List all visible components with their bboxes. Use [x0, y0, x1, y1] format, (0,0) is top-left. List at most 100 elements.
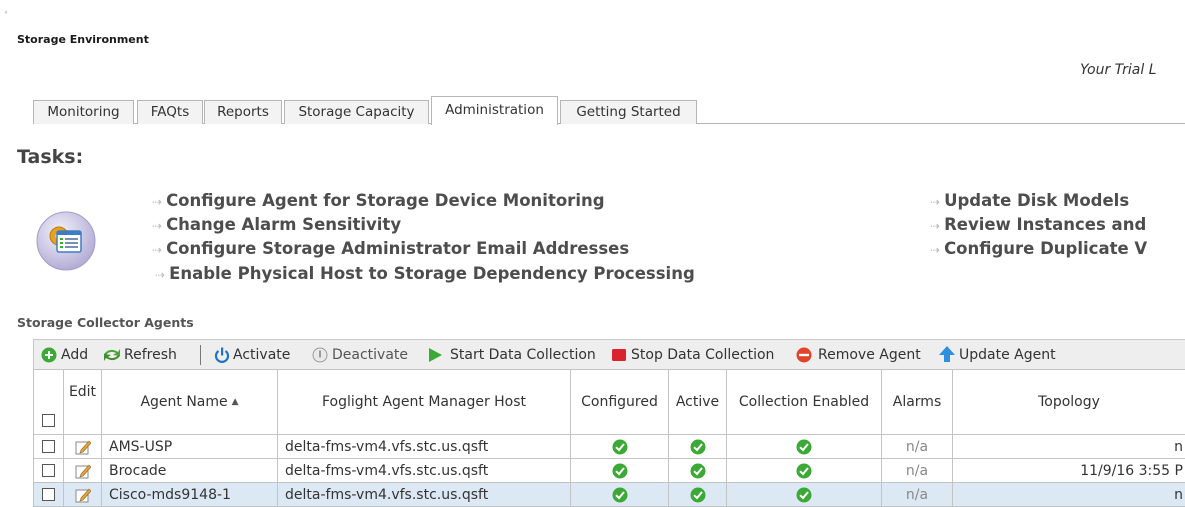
col-topology[interactable]: Topology: [953, 370, 1185, 435]
add-label: Add: [61, 345, 88, 365]
add-icon: [41, 347, 57, 363]
arrow-icon: ⇢: [930, 219, 940, 233]
tab-reports[interactable]: Reports: [204, 100, 282, 124]
check-icon: [690, 463, 706, 479]
tab-administration[interactable]: Administration: [431, 96, 558, 125]
col-active[interactable]: Active: [669, 370, 727, 435]
agent-name-cell[interactable]: Brocade: [102, 459, 278, 483]
deactivate-label: Deactivate: [332, 345, 408, 365]
collection-enabled-cell: [727, 459, 882, 483]
arrow-icon: ⇢: [152, 243, 162, 257]
task-link-label: Enable Physical Host to Storage Dependen…: [169, 264, 695, 283]
task-configure-duplicate[interactable]: ⇢ Configure Duplicate V: [930, 239, 1147, 258]
active-cell: [669, 435, 727, 459]
alarms-cell: n/a: [882, 435, 953, 459]
agents-table: Edit Agent Name ▲ Foglight Agent Manager …: [33, 369, 1185, 507]
col-collection-enabled[interactable]: Collection Enabled: [727, 370, 882, 435]
play-icon: [427, 347, 443, 363]
update-agent-label: Update Agent: [959, 345, 1056, 365]
agents-toolbar: Add Refresh Activate Deactivate Start Da…: [33, 339, 1185, 369]
stop-data-collection-button[interactable]: Stop Data Collection: [611, 345, 781, 365]
configured-cell: [571, 435, 669, 459]
col-edit[interactable]: Edit: [64, 370, 102, 435]
table-row[interactable]: Brocade delta-fms-vm4.vfs.stc.us.qsft n/…: [34, 459, 1185, 483]
host-cell: delta-fms-vm4.vfs.stc.us.qsft: [278, 459, 571, 483]
corner-mark: °: [4, 10, 8, 19]
row-select-cell: [34, 435, 64, 459]
task-link-label: Change Alarm Sensitivity: [166, 215, 401, 234]
arrow-icon: ⇢: [930, 195, 940, 209]
tab-faqts[interactable]: FAQts: [137, 100, 203, 124]
activate-label: Activate: [233, 345, 290, 365]
row-checkbox[interactable]: [42, 440, 55, 453]
sort-ascending-icon: ▲: [232, 397, 239, 407]
up-arrow-icon: [938, 345, 956, 363]
col-host[interactable]: Foglight Agent Manager Host: [278, 370, 571, 435]
col-alarms[interactable]: Alarms: [882, 370, 953, 435]
remove-agent-label: Remove Agent: [818, 345, 921, 365]
tasks-heading: Tasks:: [17, 146, 83, 168]
select-all-checkbox[interactable]: [42, 414, 55, 427]
host-cell: delta-fms-vm4.vfs.stc.us.qsft: [278, 435, 571, 459]
tab-monitoring[interactable]: Monitoring: [33, 100, 134, 124]
edit-cell: [64, 459, 102, 483]
agent-name-cell[interactable]: AMS-USP: [102, 435, 278, 459]
pencil-icon[interactable]: [75, 463, 91, 479]
task-configure-admin-email[interactable]: ⇢Configure Storage Administrator Email A…: [152, 239, 629, 258]
refresh-label: Refresh: [124, 345, 177, 365]
topology-cell: n: [953, 435, 1185, 459]
check-icon: [796, 463, 812, 479]
update-agent-button[interactable]: Update Agent: [938, 345, 1073, 365]
task-link-label: Configure Agent for Storage Device Monit…: [166, 191, 604, 210]
tab-bar: Monitoring FAQts Reports Storage Capacit…: [33, 96, 1185, 124]
refresh-icon: [102, 347, 122, 363]
remove-agent-button[interactable]: Remove Agent: [795, 345, 930, 365]
task-configure-agent[interactable]: ⇢ Configure Agent for Storage Device Moni…: [152, 191, 605, 210]
table-row[interactable]: AMS-USP delta-fms-vm4.vfs.stc.us.qsft n/…: [34, 435, 1185, 459]
select-all-cell[interactable]: [34, 370, 64, 435]
col-agent-name[interactable]: Agent Name ▲: [102, 370, 278, 435]
toolbar-divider: [200, 345, 201, 365]
start-data-collection-button[interactable]: Start Data Collection: [427, 345, 599, 365]
arrow-icon: ⇢: [930, 243, 940, 257]
active-cell: [669, 459, 727, 483]
task-link-label: Update Disk Models: [944, 191, 1129, 210]
alarms-cell: n/a: [882, 459, 953, 483]
configured-cell: [571, 459, 669, 483]
tab-storage-capacity[interactable]: Storage Capacity: [284, 100, 429, 124]
check-icon: [690, 439, 706, 455]
task-update-disk-models[interactable]: ⇢ Update Disk Models: [930, 191, 1129, 210]
task-link-label: Review Instances and: [944, 215, 1146, 234]
col-agent-name-label: Agent Name: [140, 394, 227, 410]
task-enable-dependency-processing[interactable]: ⇢ Enable Physical Host to Storage Depende…: [155, 264, 695, 283]
tab-getting-started[interactable]: Getting Started: [560, 100, 697, 124]
power-disabled-icon: [312, 347, 328, 363]
col-configured[interactable]: Configured: [571, 370, 669, 435]
arrow-icon: ⇢: [152, 195, 162, 209]
check-icon: [796, 439, 812, 455]
stop-data-collection-label: Stop Data Collection: [631, 345, 774, 365]
activate-button[interactable]: Activate: [214, 345, 304, 365]
administration-icon: [35, 210, 97, 272]
power-icon: [214, 347, 230, 363]
remove-icon: [795, 347, 813, 363]
add-button[interactable]: Add: [41, 345, 101, 365]
check-icon: [612, 439, 628, 455]
row-checkbox[interactable]: [42, 464, 55, 477]
pencil-icon[interactable]: [75, 439, 91, 455]
refresh-button[interactable]: Refresh: [102, 345, 190, 365]
collection-enabled-cell: [727, 435, 882, 459]
check-icon: [612, 463, 628, 479]
task-review-instances[interactable]: ⇢ Review Instances and: [930, 215, 1146, 234]
row-select-cell: [34, 459, 64, 483]
task-change-alarm-sensitivity[interactable]: ⇢ Change Alarm Sensitivity: [152, 215, 401, 234]
task-link-label: Configure Duplicate V: [944, 239, 1147, 258]
arrow-icon: ⇢: [152, 219, 162, 233]
trial-notice[interactable]: Your Trial L: [1080, 62, 1157, 78]
collector-section-title: Storage Collector Agents: [17, 315, 194, 330]
start-data-collection-label: Start Data Collection: [450, 345, 596, 365]
arrow-icon: ⇢: [155, 268, 165, 282]
table-header-row: Edit Agent Name ▲ Foglight Agent Manager …: [34, 370, 1185, 435]
deactivate-button[interactable]: Deactivate: [312, 345, 416, 365]
edit-cell: [64, 435, 102, 459]
